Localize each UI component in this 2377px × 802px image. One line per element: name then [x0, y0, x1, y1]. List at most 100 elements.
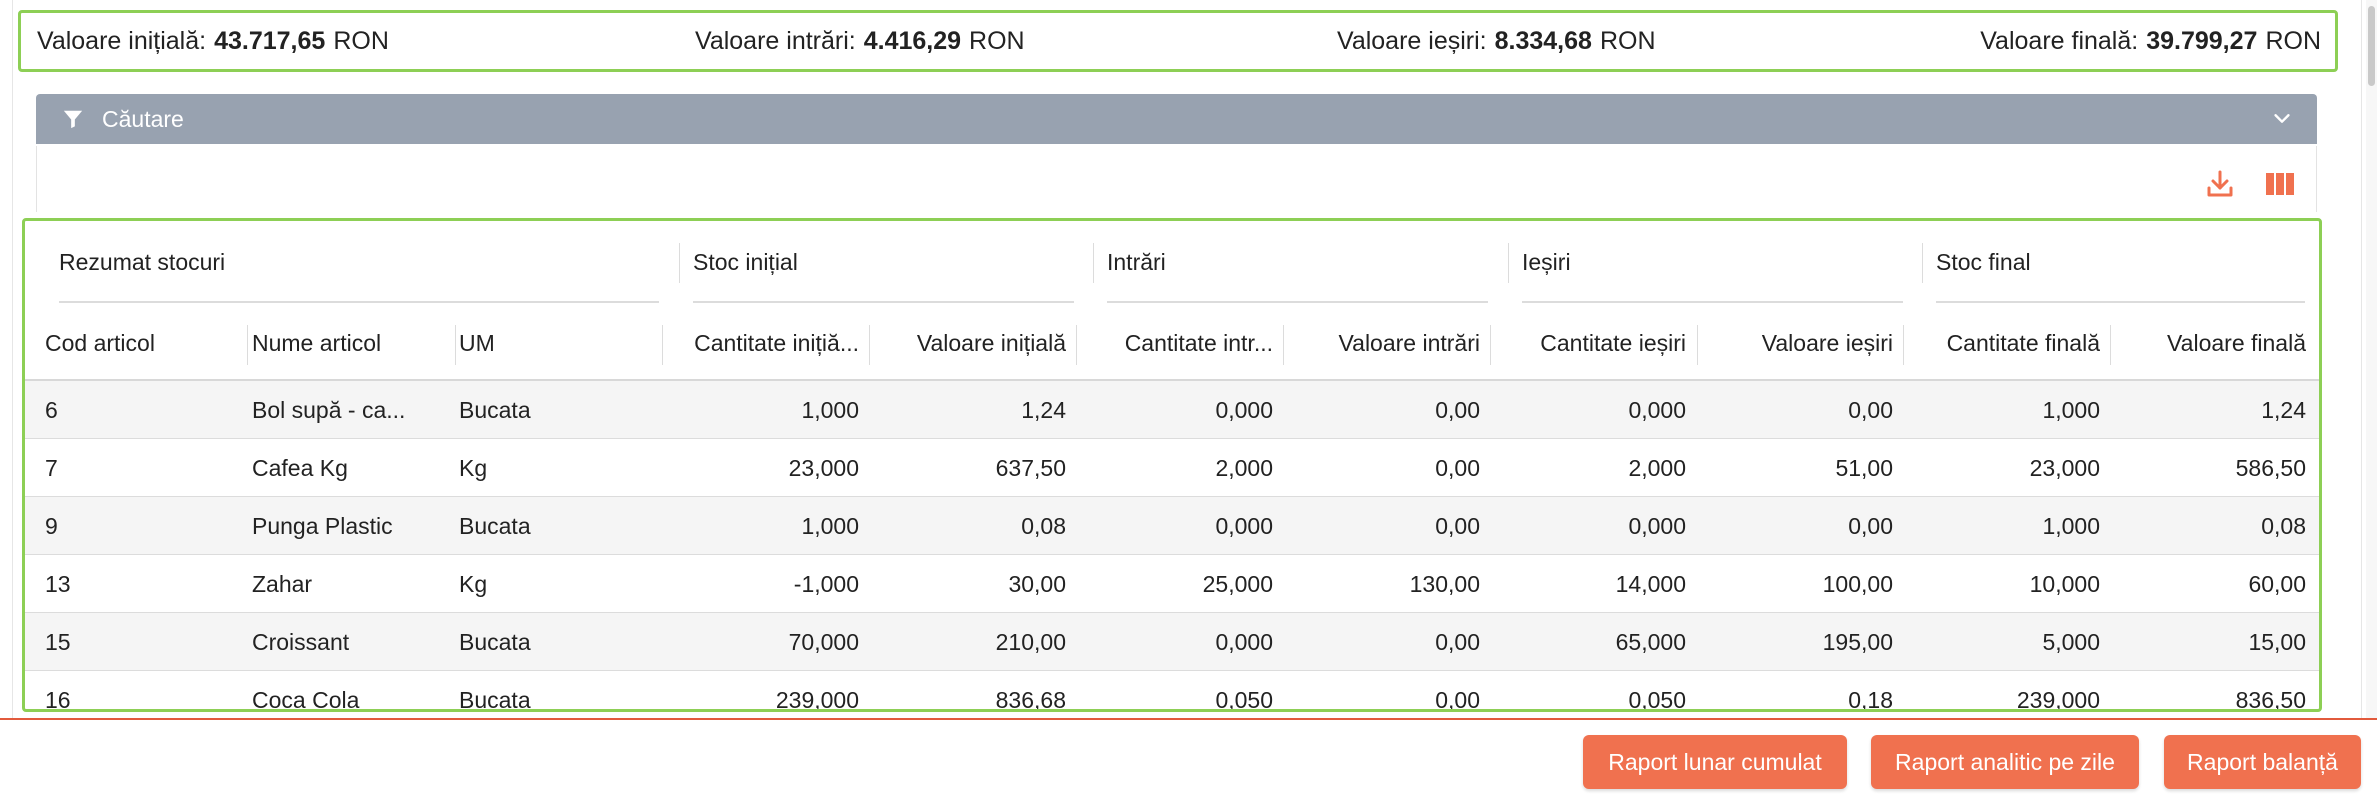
column-header-final-qty[interactable]: Cantitate finală [1909, 305, 2100, 381]
column-header-label: UM [459, 329, 495, 356]
group-underline [1522, 301, 1903, 303]
cell-final-qty: 23,000 [2029, 454, 2100, 481]
download-icon[interactable] [2204, 168, 2236, 200]
group-header-outputs: Ieșiri [1509, 221, 1923, 305]
cell-name: Cafea Kg [252, 454, 348, 481]
cell-final-value: 836,50 [2235, 686, 2306, 712]
cell-final-value: 586,50 [2235, 454, 2306, 481]
cell-output-qty: 14,000 [1615, 570, 1686, 597]
column-separator [662, 325, 663, 365]
column-separator [1697, 325, 1698, 365]
summary-initial: Valoare inițială: 43.717,65 RON [37, 13, 389, 69]
table-row[interactable]: 13 Zahar Kg -1,000 30,00 25,000 130,00 1… [25, 555, 2319, 613]
cell-name: Coca Cola [252, 686, 360, 712]
cell-output-value: 0,00 [1848, 512, 1893, 539]
column-header-label: Nume articol [252, 329, 382, 356]
cell-um: Bucata [459, 628, 531, 655]
column-header-label: Cantitate finală [1946, 329, 2100, 356]
monthly-report-button[interactable]: Raport lunar cumulat [1583, 735, 1847, 789]
cell-input-value: 0,00 [1435, 628, 1480, 655]
table-row[interactable]: 7 Cafea Kg Kg 23,000 637,50 2,000 0,00 2… [25, 439, 2319, 497]
group-header-final: Stoc final [1923, 221, 2319, 305]
column-header-input-value[interactable]: Valoare intrări [1289, 305, 1480, 381]
cell-initial-value: 0,08 [1021, 512, 1066, 539]
cell-code: 15 [45, 628, 71, 655]
column-separator [1490, 325, 1491, 365]
column-separator [1283, 325, 1284, 365]
cell-final-qty: 5,000 [2042, 628, 2100, 655]
cell-code: 16 [45, 686, 71, 712]
cell-code: 6 [45, 396, 58, 423]
summary-final-label: Valoare finală: [1980, 26, 2139, 55]
cell-output-value: 0,00 [1848, 396, 1893, 423]
group-underline [693, 301, 1074, 303]
table-row[interactable]: 6 Bol supă - ca... Bucata 1,000 1,24 0,0… [25, 381, 2319, 439]
cell-final-qty: 10,000 [2029, 570, 2100, 597]
column-header-output-value[interactable]: Valoare ieșiri [1702, 305, 1893, 381]
column-header-initial-qty[interactable]: Cantitate inițiă... [665, 305, 859, 381]
column-header-output-qty[interactable]: Cantitate ieșiri [1495, 305, 1686, 381]
column-header-input-qty[interactable]: Cantitate intr... [1081, 305, 1273, 381]
cell-code: 9 [45, 512, 58, 539]
column-header-final-value[interactable]: Valoare finală [2115, 305, 2306, 381]
cell-output-qty: 0,000 [1628, 512, 1686, 539]
column-header-label: Cantitate intr... [1124, 329, 1273, 356]
cell-input-value: 0,00 [1435, 686, 1480, 712]
cell-initial-qty: -1,000 [793, 570, 859, 597]
cell-input-qty: 0,050 [1215, 686, 1273, 712]
cell-output-qty: 0,000 [1628, 396, 1686, 423]
group-header-inputs: Intrări [1094, 221, 1508, 305]
column-header-code[interactable]: Cod articol [45, 305, 235, 381]
cell-initial-qty: 1,000 [801, 396, 859, 423]
table-toolbar [36, 146, 2317, 212]
summary-final-value: 39.799,27 [2146, 26, 2258, 55]
group-header-label: Stoc final [1936, 249, 2031, 275]
column-separator [1076, 325, 1077, 365]
column-separator [455, 325, 456, 365]
column-header-initial-value[interactable]: Valoare inițială [875, 305, 1066, 381]
chevron-down-icon[interactable] [2271, 107, 2293, 129]
cell-initial-qty: 23,000 [788, 454, 859, 481]
search-panel-header[interactable]: Căutare [36, 94, 2317, 144]
group-underline [1107, 301, 1488, 303]
cell-name: Zahar [252, 570, 313, 597]
cell-final-qty: 1,000 [2042, 512, 2100, 539]
group-header-initial: Stoc inițial [680, 221, 1094, 305]
cell-initial-value: 1,24 [1021, 396, 1066, 423]
column-header-um[interactable]: UM [459, 305, 649, 381]
cell-name: Punga Plastic [252, 512, 393, 539]
cell-input-qty: 0,000 [1215, 512, 1273, 539]
column-header-label: Cod articol [45, 329, 155, 356]
cell-code: 7 [45, 454, 58, 481]
summary-initial-value: 43.717,65 [214, 26, 326, 55]
column-separator [247, 325, 248, 365]
cell-output-qty: 65,000 [1615, 628, 1686, 655]
table-row[interactable]: 15 Croissant Bucata 70,000 210,00 0,000 … [25, 613, 2319, 671]
page-scrollbar[interactable] [2366, 0, 2377, 718]
column-separator [869, 325, 870, 365]
summary-final: Valoare finală: 39.799,27 RON [1980, 13, 2321, 69]
daily-report-button[interactable]: Raport analitic pe zile [1871, 735, 2139, 789]
page-scrollbar-thumb[interactable] [2368, 6, 2375, 86]
cell-final-value: 0,08 [2261, 512, 2306, 539]
cell-output-value: 51,00 [1835, 454, 1893, 481]
column-separator [2110, 325, 2111, 365]
table-row[interactable]: 9 Punga Plastic Bucata 1,000 0,08 0,000 … [25, 497, 2319, 555]
cell-final-qty: 239,000 [2016, 686, 2100, 712]
cell-um: Bucata [459, 686, 531, 712]
summary-inputs-value: 4.416,29 [863, 26, 962, 55]
group-header-summary: Rezumat stocuri [59, 221, 679, 305]
column-separator [1903, 325, 1904, 365]
group-underline [1936, 301, 2305, 303]
summary-inputs: Valoare intrări: 4.416,29 RON [695, 13, 1025, 69]
cell-input-value: 0,00 [1435, 454, 1480, 481]
column-header-label: Valoare ieșiri [1761, 329, 1893, 356]
summary-final-unit: RON [2265, 26, 2321, 55]
cell-final-value: 60,00 [2248, 570, 2306, 597]
table-row[interactable]: 16 Coca Cola Bucata 239,000 836,68 0,050… [25, 671, 2319, 712]
column-header-name[interactable]: Nume articol [252, 305, 437, 381]
balance-report-button[interactable]: Raport balanță [2164, 735, 2361, 789]
columns-icon[interactable] [2264, 168, 2296, 200]
cell-um: Bucata [459, 512, 531, 539]
summary-bar: Valoare inițială: 43.717,65 RON Valoare … [18, 10, 2338, 72]
